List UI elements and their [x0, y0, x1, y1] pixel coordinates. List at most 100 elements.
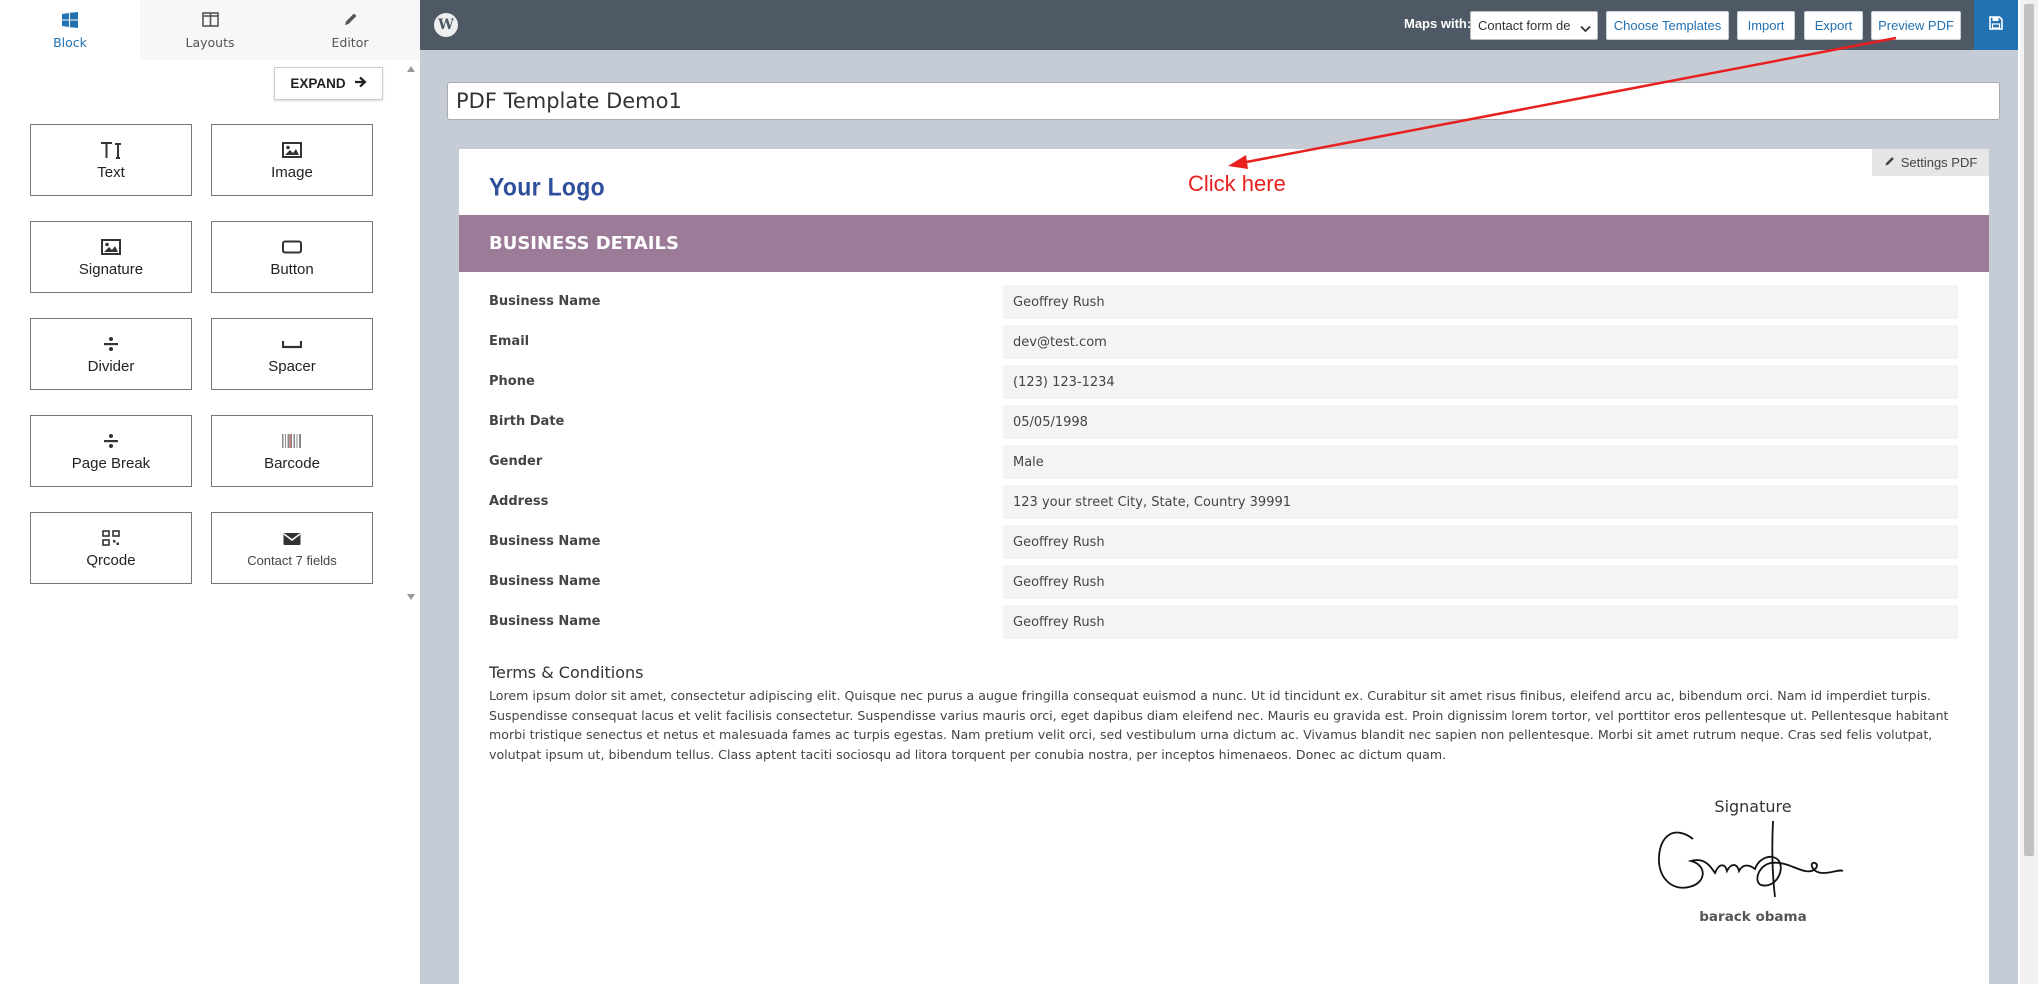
block-button[interactable]: Button — [211, 221, 373, 293]
page-break-icon — [103, 431, 119, 451]
columns-icon — [201, 11, 219, 29]
field-value[interactable]: Geoffrey Rush — [1003, 565, 1958, 599]
field-value[interactable]: Male — [1003, 445, 1958, 479]
field-label: Phone — [489, 374, 535, 389]
field-label: Business Name — [489, 574, 601, 589]
block-label: Divider — [87, 357, 135, 375]
tab-layouts-label: Layouts — [185, 34, 235, 50]
arrow-right-icon — [354, 76, 367, 91]
sidebar-tabs: Block Layouts Editor — [0, 0, 420, 60]
field-row[interactable]: Business Name Geoffrey Rush — [459, 285, 1989, 319]
block-sidebar: Block Layouts Editor EXPAND Text Image S… — [0, 0, 420, 984]
signature-name: barack obama — [1699, 909, 1807, 925]
tab-layouts[interactable]: Layouts — [140, 0, 280, 60]
tab-editor-label: Editor — [331, 34, 369, 50]
block-label: Signature — [78, 260, 144, 278]
settings-pdf-button[interactable]: Settings PDF — [1872, 149, 1989, 176]
tab-block[interactable]: Block — [0, 0, 140, 60]
terms-title[interactable]: Terms & Conditions — [489, 663, 643, 682]
block-contact-7-fields[interactable]: Contact 7 fields — [211, 512, 373, 584]
field-label: Email — [489, 334, 530, 349]
field-label: Business Name — [489, 614, 601, 629]
block-label: Button — [270, 260, 314, 278]
template-title-input[interactable]: PDF Template Demo1 — [447, 82, 2000, 120]
terms-body[interactable]: Lorem ipsum dolor sit amet, consectetur … — [489, 686, 1959, 764]
windows-grid-icon — [61, 11, 79, 29]
preview-pdf-button[interactable]: Preview PDF — [1871, 11, 1961, 40]
tab-editor[interactable]: Editor — [280, 0, 420, 60]
button-icon — [282, 237, 302, 257]
scroll-up-icon[interactable] — [407, 66, 415, 72]
block-barcode[interactable]: Barcode — [211, 415, 373, 487]
pencil-icon — [341, 11, 359, 29]
signature-title: Signature — [1714, 797, 1792, 816]
field-row[interactable]: Gender Male — [459, 445, 1989, 479]
maps-with-label: Maps with: — [1404, 16, 1472, 31]
field-label: Business Name — [489, 294, 601, 309]
expand-button[interactable]: EXPAND — [274, 67, 383, 100]
divider-icon — [103, 334, 119, 354]
click-here-annotation: Click here — [1188, 171, 1286, 196]
block-qrcode[interactable]: Qrcode — [30, 512, 192, 584]
floppy-disk-icon — [1989, 16, 2003, 34]
block-label: Contact 7 fields — [247, 552, 337, 568]
qrcode-icon — [102, 528, 120, 548]
field-value[interactable]: Geoffrey Rush — [1003, 605, 1958, 639]
field-label: Birth Date — [489, 414, 565, 429]
tab-block-label: Block — [53, 34, 87, 50]
save-button[interactable] — [1974, 0, 2018, 50]
field-row[interactable]: Business Name Geoffrey Rush — [459, 565, 1989, 599]
field-value[interactable]: 123 your street City, State, Country 399… — [1003, 485, 1958, 519]
top-toolbar: W Maps with: Contact form de Choose Temp… — [420, 0, 2018, 50]
import-button[interactable]: Import — [1737, 11, 1795, 40]
envelope-icon — [283, 529, 301, 549]
pencil-icon — [1884, 155, 1895, 170]
chevron-down-icon — [1580, 21, 1591, 36]
field-row[interactable]: Business Name Geoffrey Rush — [459, 605, 1989, 639]
expand-button-label: EXPAND — [290, 76, 346, 91]
logo-text[interactable]: Your Logo — [489, 173, 605, 203]
scrollbar-thumb[interactable] — [2024, 4, 2034, 856]
field-value[interactable]: 05/05/1998 — [1003, 405, 1958, 439]
settings-pdf-label: Settings PDF — [1900, 155, 1978, 170]
field-value[interactable]: dev@test.com — [1003, 325, 1958, 359]
text-icon — [100, 140, 122, 160]
block-label: Page Break — [71, 454, 151, 472]
field-row[interactable]: Address 123 your street City, State, Cou… — [459, 485, 1989, 519]
field-row[interactable]: Birth Date 05/05/1998 — [459, 405, 1989, 439]
block-image[interactable]: Image — [211, 124, 373, 196]
field-value[interactable]: Geoffrey Rush — [1003, 285, 1958, 319]
scroll-down-icon[interactable] — [407, 594, 415, 600]
field-row[interactable]: Email dev@test.com — [459, 325, 1989, 359]
field-value[interactable]: Geoffrey Rush — [1003, 525, 1958, 559]
block-signature[interactable]: Signature — [30, 221, 192, 293]
sidebar-scrollbar[interactable] — [404, 66, 418, 600]
image-icon — [282, 140, 302, 160]
barcode-icon — [281, 431, 303, 451]
page-scrollbar[interactable] — [2020, 0, 2038, 984]
pdf-page: Your Logo Settings PDF BUSINESS DETAILS … — [459, 149, 1989, 984]
field-value[interactable]: (123) 123-1234 — [1003, 365, 1958, 399]
maps-with-select[interactable]: Contact form de — [1470, 11, 1598, 40]
section-header[interactable]: BUSINESS DETAILS — [459, 215, 1989, 272]
wordpress-logo-icon[interactable]: W — [434, 13, 458, 37]
field-label: Business Name — [489, 534, 601, 549]
block-label: Barcode — [264, 454, 320, 472]
field-row[interactable]: Business Name Geoffrey Rush — [459, 525, 1989, 559]
spacer-icon — [282, 334, 302, 354]
signature-image-icon — [101, 237, 121, 257]
field-label: Gender — [489, 454, 543, 469]
block-spacer[interactable]: Spacer — [211, 318, 373, 390]
maps-select-value: Contact form de — [1478, 18, 1571, 33]
field-label: Address — [489, 494, 549, 509]
block-page-break[interactable]: Page Break — [30, 415, 192, 487]
block-divider[interactable]: Divider — [30, 318, 192, 390]
block-label: Spacer — [268, 357, 316, 375]
field-row[interactable]: Phone (123) 123-1234 — [459, 365, 1989, 399]
export-button[interactable]: Export — [1804, 11, 1863, 40]
block-text[interactable]: Text — [30, 124, 192, 196]
block-label: Text — [97, 163, 125, 181]
choose-templates-button[interactable]: Choose Templates — [1606, 11, 1729, 40]
signature-drawing[interactable] — [1655, 817, 1845, 902]
block-label: Qrcode — [86, 551, 136, 569]
